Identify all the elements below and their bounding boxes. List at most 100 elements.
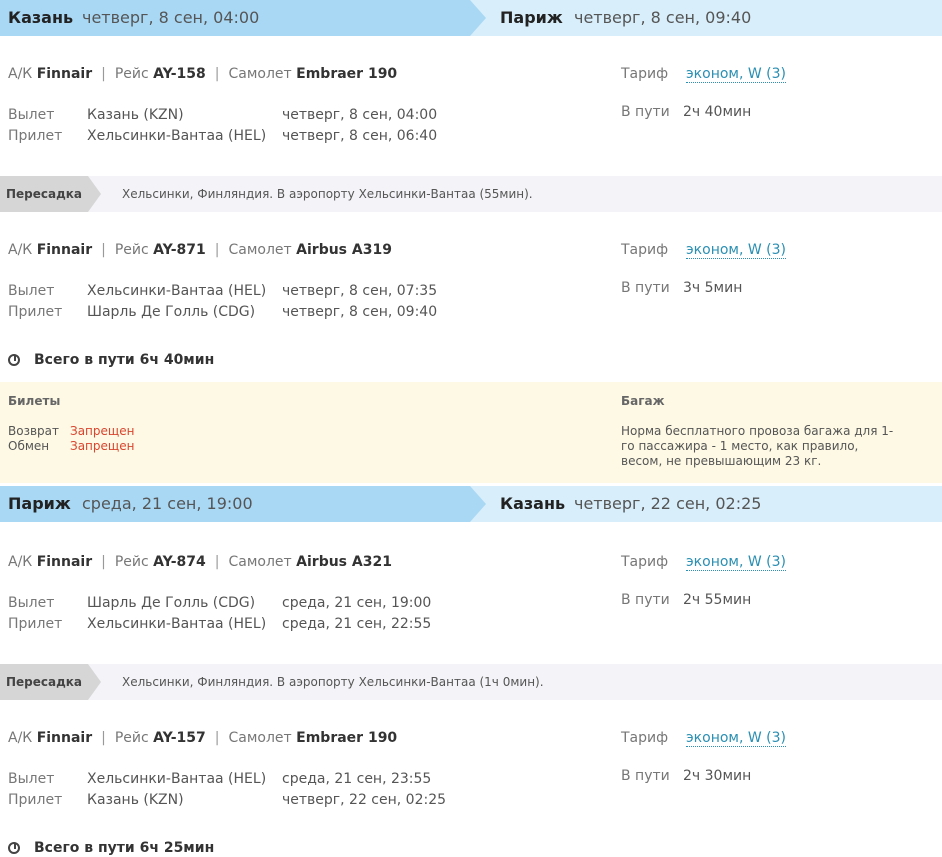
total-text: Всего в пути 6ч 25мин [34, 840, 215, 856]
airline-label: А/К [8, 242, 33, 258]
aircraft-name: Embraer 190 [296, 66, 398, 82]
arrival-airport: Хельсинки-Вантаа (HEL) [87, 128, 267, 144]
flight-number: AY-158 [153, 66, 206, 82]
aircraft-name: Embraer 190 [296, 730, 398, 746]
departure-label: Вылет [8, 771, 55, 787]
duration-value: 2ч 40мин [683, 104, 752, 120]
arrival-airport: Шарль Де Голль (CDG) [87, 304, 256, 320]
arrival-airport: Хельсинки-Вантаа (HEL) [87, 616, 267, 632]
flight-label: Рейс [114, 242, 149, 258]
flight-label: Рейс [114, 66, 149, 82]
airline-label: А/К [8, 730, 33, 746]
departure-airport: Шарль Де Голль (CDG) [87, 595, 256, 611]
to-city: Казань [500, 494, 566, 513]
segment-info: А/К Finnair | Рейс AY-874 | Самолет Airbus A… [8, 554, 392, 570]
route-header-outbound: Казань четверг, 8 сен, 04:00 Париж четве… [0, 0, 942, 36]
aircraft-label: Самолет [228, 66, 292, 82]
departure-time: четверг, 8 сен, 07:35 [282, 283, 438, 299]
arrival-time: четверг, 8 сен, 09:40 [282, 304, 438, 320]
tariff-link[interactable]: эконом, W (3) [686, 554, 787, 571]
refund-label: Возврат [8, 424, 59, 438]
from-city: Казань [8, 8, 74, 27]
airline-label: А/К [8, 66, 33, 82]
flight-number: AY-157 [153, 730, 206, 746]
duration-label: В пути [621, 768, 670, 784]
transfer-band: Пересадка Хельсинки, Финляндия. В аэропо… [0, 176, 942, 212]
duration-label: В пути [621, 592, 670, 608]
segment-info: А/К Finnair | Рейс AY-157 | Самолет Embraer … [8, 730, 398, 746]
aircraft-label: Самолет [228, 730, 292, 746]
transfer-band: Пересадка Хельсинки, Финляндия. В аэропо… [0, 664, 942, 700]
departure-airport: Хельсинки-Вантаа (HEL) [87, 771, 267, 787]
transfer-tag-arrow [88, 176, 101, 212]
airline-name: Finnair [36, 66, 93, 82]
transfer-text: Хельсинки, Финляндия. В аэропорту Хельси… [122, 675, 544, 689]
refund-value: Запрещен [70, 424, 135, 438]
flight-label: Рейс [114, 554, 149, 570]
duration-value: 2ч 30мин [683, 768, 752, 784]
tariff-label: Тариф [621, 554, 669, 570]
aircraft-label: Самолет [228, 242, 292, 258]
to-datetime: четверг, 8 сен, 09:40 [574, 8, 752, 27]
airline-name: Finnair [36, 554, 93, 570]
clock-icon [8, 842, 20, 854]
departure-airport: Казань (KZN) [87, 107, 184, 123]
aircraft-name: Airbus A319 [296, 242, 392, 258]
arrival-time: четверг, 8 сен, 06:40 [282, 128, 438, 144]
arrival-label: Прилет [8, 128, 63, 144]
transfer-tag: Пересадка [0, 664, 88, 700]
duration-value: 3ч 5мин [683, 280, 743, 296]
transfer-text: Хельсинки, Финляндия. В аэропорту Хельси… [122, 187, 533, 201]
tariff-link[interactable]: эконом, W (3) [686, 242, 787, 259]
clock-icon [8, 354, 20, 366]
exchange-label: Обмен [8, 439, 50, 453]
flight-number: AY-871 [153, 242, 206, 258]
transfer-tag-arrow [88, 664, 101, 700]
aircraft-name: Airbus A321 [296, 554, 392, 570]
aircraft-label: Самолет [228, 554, 292, 570]
to-datetime: четверг, 22 сен, 02:25 [574, 494, 762, 513]
flight-number: AY-874 [153, 554, 206, 570]
arrival-label: Прилет [8, 792, 63, 808]
total-travel-time: Всего в пути 6ч 40мин [8, 351, 214, 369]
airline-label: А/К [8, 554, 33, 570]
exchange-value: Запрещен [70, 439, 135, 453]
arrival-time: четверг, 22 сен, 02:25 [282, 792, 447, 808]
departure-time: среда, 21 сен, 19:00 [282, 595, 432, 611]
fare-rules-panel: Билеты Возврат Запрещен Обмен Запрещен Б… [0, 382, 942, 483]
departure-label: Вылет [8, 283, 55, 299]
from-datetime: среда, 21 сен, 19:00 [82, 494, 253, 513]
flight-label: Рейс [114, 730, 149, 746]
total-text: Всего в пути 6ч 40мин [34, 352, 215, 368]
route-arrow [470, 0, 486, 36]
segment-info: А/К Finnair | Рейс AY-871 | Самолет Airbus A… [8, 242, 392, 258]
duration-label: В пути [621, 280, 670, 296]
tariff-label: Тариф [621, 242, 669, 258]
arrival-label: Прилет [8, 304, 63, 320]
to-city: Париж [500, 8, 563, 27]
departure-time: среда, 21 сен, 23:55 [282, 771, 432, 787]
baggage-text: Норма бесплатного провоза багажа для 1-г… [621, 424, 894, 468]
segment-info: А/К Finnair | Рейс AY-158 | Самолет Embraer … [8, 66, 398, 82]
duration-value: 2ч 55мин [683, 592, 752, 608]
departure-label: Вылет [8, 107, 55, 123]
from-datetime: четверг, 8 сен, 04:00 [82, 8, 260, 27]
tariff-link[interactable]: эконом, W (3) [686, 730, 787, 747]
departure-airport: Хельсинки-Вантаа (HEL) [87, 283, 267, 299]
baggage-title: Багаж [621, 394, 665, 408]
duration-label: В пути [621, 104, 670, 120]
arrival-airport: Казань (KZN) [87, 792, 184, 808]
from-city: Париж [8, 494, 71, 513]
transfer-tag: Пересадка [0, 176, 88, 212]
tariff-label: Тариф [621, 66, 669, 82]
arrival-time: среда, 21 сен, 22:55 [282, 616, 432, 632]
tickets-title: Билеты [8, 394, 61, 408]
tariff-link[interactable]: эконом, W (3) [686, 66, 787, 83]
departure-time: четверг, 8 сен, 04:00 [282, 107, 438, 123]
arrival-label: Прилет [8, 616, 63, 632]
tariff-label: Тариф [621, 730, 669, 746]
total-travel-time: Всего в пути 6ч 25мин [8, 839, 214, 857]
airline-name: Finnair [36, 242, 93, 258]
departure-label: Вылет [8, 595, 55, 611]
route-header-return: Париж среда, 21 сен, 19:00 Казань четвер… [0, 486, 942, 522]
